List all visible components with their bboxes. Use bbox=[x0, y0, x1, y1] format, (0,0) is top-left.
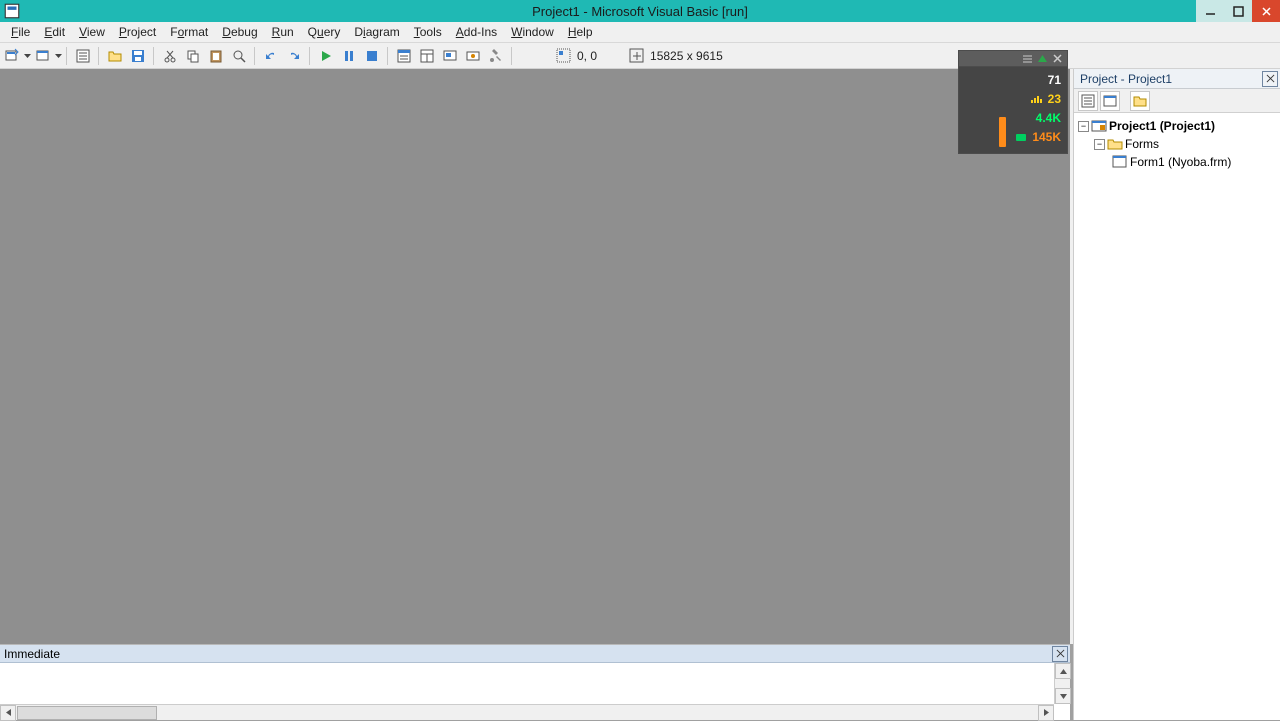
tree-form-label: Form1 (Nyoba.frm) bbox=[1130, 154, 1231, 170]
menu-editor-button[interactable] bbox=[72, 45, 93, 66]
form-layout-button[interactable] bbox=[439, 45, 460, 66]
tree-forms-folder[interactable]: − Forms bbox=[1078, 135, 1280, 153]
project-explorer-header[interactable]: Project - Project1 bbox=[1074, 69, 1280, 89]
menu-window[interactable]: Window bbox=[504, 23, 561, 41]
perf-overlay: 71 23 4.4K 145K bbox=[958, 50, 1068, 154]
menu-bar: File Edit View Project Format Debug Run … bbox=[0, 22, 1280, 43]
size-readout: 15825 x 9615 bbox=[629, 48, 723, 63]
menu-diagram[interactable]: Diagram bbox=[347, 23, 406, 41]
panel-close-button[interactable] bbox=[1262, 71, 1278, 87]
scroll-left-button[interactable] bbox=[0, 705, 16, 721]
toolbar-separator bbox=[66, 47, 67, 65]
tree-form-node[interactable]: Form1 (Nyoba.frm) bbox=[1078, 153, 1280, 171]
project-icon bbox=[1091, 119, 1107, 133]
copy-button[interactable] bbox=[182, 45, 203, 66]
save-project-button[interactable] bbox=[127, 45, 148, 66]
end-button[interactable] bbox=[361, 45, 382, 66]
project-explorer-title: Project - Project1 bbox=[1080, 72, 1172, 86]
view-object-button[interactable] bbox=[1100, 91, 1120, 111]
menu-icon[interactable] bbox=[1022, 53, 1033, 64]
form-icon bbox=[1112, 155, 1128, 169]
immediate-header[interactable]: Immediate bbox=[0, 645, 1070, 663]
undo-button[interactable] bbox=[260, 45, 281, 66]
immediate-body[interactable] bbox=[0, 663, 1070, 720]
menu-view[interactable]: View bbox=[72, 23, 112, 41]
add-form-button[interactable] bbox=[32, 45, 53, 66]
menu-query[interactable]: Query bbox=[301, 23, 348, 41]
perf-value-4: 145K bbox=[1032, 128, 1061, 147]
menu-edit[interactable]: Edit bbox=[37, 23, 72, 41]
view-code-button[interactable] bbox=[1078, 91, 1098, 111]
folder-icon bbox=[1107, 137, 1123, 151]
collapse-toggle[interactable]: − bbox=[1078, 121, 1089, 132]
scroll-thumb[interactable] bbox=[17, 706, 157, 720]
menu-file[interactable]: File bbox=[4, 23, 37, 41]
project-explorer-toolbar bbox=[1074, 89, 1280, 113]
project-explorer-button[interactable] bbox=[393, 45, 414, 66]
close-icon[interactable] bbox=[1052, 53, 1063, 64]
menu-addins[interactable]: Add-Ins bbox=[449, 23, 504, 41]
break-button[interactable] bbox=[338, 45, 359, 66]
bars-icon bbox=[1031, 96, 1042, 103]
app-icon bbox=[3, 2, 21, 20]
maximize-button[interactable] bbox=[1224, 0, 1252, 22]
position-readout: 0, 0 bbox=[556, 48, 597, 63]
collapse-icon[interactable] bbox=[1037, 53, 1048, 64]
size-value: 15825 x 9615 bbox=[650, 49, 723, 63]
menu-run[interactable]: Run bbox=[265, 23, 301, 41]
size-icon bbox=[629, 48, 644, 63]
immediate-close-button[interactable] bbox=[1052, 646, 1068, 662]
menu-tools[interactable]: Tools bbox=[407, 23, 449, 41]
redo-button[interactable] bbox=[283, 45, 304, 66]
horizontal-scrollbar[interactable] bbox=[0, 704, 1054, 720]
find-button[interactable] bbox=[228, 45, 249, 66]
toolbox-button[interactable] bbox=[485, 45, 506, 66]
tree-forms-label: Forms bbox=[1125, 136, 1159, 152]
object-browser-button[interactable] bbox=[462, 45, 483, 66]
toggle-folders-button[interactable] bbox=[1130, 91, 1150, 111]
position-value: 0, 0 bbox=[577, 49, 597, 63]
scroll-right-button[interactable] bbox=[1038, 705, 1054, 721]
mdi-client-area: 71 23 4.4K 145K bbox=[0, 69, 1073, 644]
green-bar-icon bbox=[1016, 134, 1026, 141]
menu-debug[interactable]: Debug bbox=[215, 23, 264, 41]
perf-value-1: 71 bbox=[1048, 71, 1061, 90]
cut-button[interactable] bbox=[159, 45, 180, 66]
perf-value-2: 23 bbox=[1048, 90, 1061, 109]
immediate-title: Immediate bbox=[4, 647, 60, 661]
add-form-dropdown[interactable] bbox=[54, 45, 62, 66]
menu-format[interactable]: Format bbox=[163, 23, 215, 41]
paste-button[interactable] bbox=[205, 45, 226, 66]
start-button[interactable] bbox=[315, 45, 336, 66]
scroll-down-button[interactable] bbox=[1055, 688, 1071, 704]
perf-value-3: 4.4K bbox=[1036, 109, 1061, 128]
window-title: Project1 - Microsoft Visual Basic [run] bbox=[0, 4, 1280, 19]
add-project-dropdown[interactable] bbox=[23, 45, 31, 66]
menu-help[interactable]: Help bbox=[561, 23, 600, 41]
orange-bar-icon bbox=[999, 117, 1006, 147]
project-explorer-panel: Project - Project1 − Project1 (Project1)… bbox=[1073, 69, 1280, 720]
close-button[interactable] bbox=[1252, 0, 1280, 22]
collapse-toggle[interactable]: − bbox=[1094, 139, 1105, 150]
open-project-button[interactable] bbox=[104, 45, 125, 66]
tree-root-node[interactable]: − Project1 (Project1) bbox=[1078, 117, 1280, 135]
title-bar: Project1 - Microsoft Visual Basic [run] bbox=[0, 0, 1280, 22]
standard-toolbar: 0, 0 15825 x 9615 bbox=[0, 43, 1280, 69]
scroll-up-button[interactable] bbox=[1055, 663, 1071, 679]
vertical-scrollbar[interactable] bbox=[1054, 663, 1070, 704]
properties-button[interactable] bbox=[416, 45, 437, 66]
minimize-button[interactable] bbox=[1196, 0, 1224, 22]
project-tree: − Project1 (Project1) − Forms Form1 (Nyo… bbox=[1074, 113, 1280, 171]
position-icon bbox=[556, 48, 571, 63]
add-project-button[interactable] bbox=[1, 45, 22, 66]
perf-overlay-header[interactable] bbox=[959, 51, 1067, 67]
tree-root-label: Project1 (Project1) bbox=[1109, 118, 1215, 134]
immediate-window: Immediate bbox=[0, 644, 1070, 720]
menu-project[interactable]: Project bbox=[112, 23, 163, 41]
